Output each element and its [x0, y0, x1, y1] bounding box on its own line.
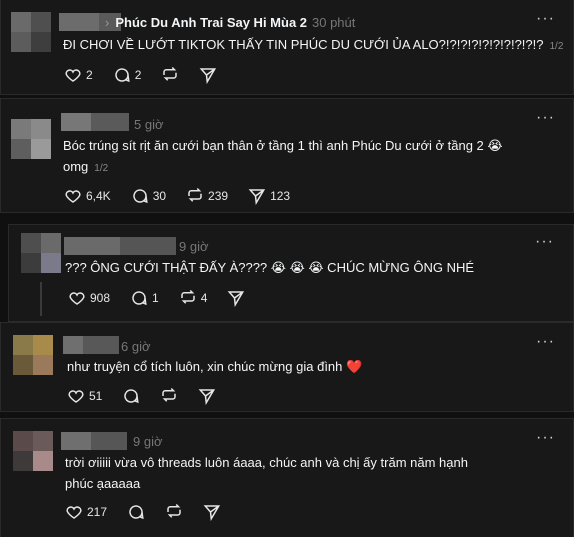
post-time: 30 phút: [312, 15, 356, 30]
repost-icon: [180, 289, 195, 304]
share-button[interactable]: [198, 387, 216, 405]
comment-icon: [132, 291, 147, 306]
more-icon[interactable]: ···: [536, 10, 555, 28]
post-text: ??? ÔNG CƯỚI THẬT ĐẤY À???? 😭 😭 😭 CHÚC M…: [65, 260, 475, 275]
thread-connector-line: [40, 282, 42, 316]
reply-button[interactable]: 2: [113, 66, 142, 84]
repost-icon: [167, 503, 181, 518]
post-text: trời ơiiiii vừa vô threads luôn áaaa, ch…: [65, 455, 468, 491]
username-blurred[interactable]: [61, 432, 127, 450]
reply-button[interactable]: 30: [131, 187, 166, 205]
post-1: › Phúc Du Anh Trai Say Hi Mùa 2 30 phút ·…: [0, 0, 574, 95]
like-button[interactable]: 51: [67, 387, 102, 405]
post-5: 9 giờ ··· trời ơiiiii vừa vô threads luô…: [0, 418, 574, 537]
repost-icon: [163, 66, 178, 81]
share-button[interactable]: [199, 66, 217, 84]
like-button[interactable]: 2: [64, 66, 93, 84]
reply-button[interactable]: 1: [130, 289, 159, 307]
avatar[interactable]: [13, 431, 53, 471]
more-icon[interactable]: ···: [536, 429, 555, 447]
more-icon[interactable]: ···: [535, 233, 554, 251]
post-actions: 2 2: [64, 66, 237, 84]
share-button[interactable]: [227, 289, 245, 307]
share-button[interactable]: 123: [248, 187, 290, 205]
comment-icon: [124, 389, 140, 404]
like-count: 2: [86, 68, 93, 82]
post-actions: 217: [65, 503, 241, 521]
repost-button[interactable]: [165, 503, 183, 521]
username-blurred[interactable]: [63, 336, 119, 354]
thread-author-label: Phúc Du Anh Trai Say Hi Mùa 2: [115, 15, 308, 30]
like-count: 51: [89, 389, 103, 403]
more-icon[interactable]: ···: [536, 333, 555, 351]
page-indicator: 1/2: [94, 163, 109, 174]
username-blurred[interactable]: [64, 237, 176, 255]
post-time: 5 giờ: [134, 117, 164, 132]
repost-icon: [162, 387, 177, 402]
avatar[interactable]: [11, 119, 51, 159]
post-actions: 6,4K 30 239 123: [64, 187, 310, 205]
repost-button[interactable]: [160, 387, 178, 405]
avatar[interactable]: [13, 335, 53, 375]
post-actions: 908 1 4: [68, 289, 265, 307]
heart-icon: [69, 292, 85, 305]
post-3: 9 giờ ··· ??? ÔNG CƯỚI THẬT ĐẤY À???? 😭 …: [8, 224, 574, 322]
avatar[interactable]: [21, 233, 61, 273]
like-button[interactable]: 908: [68, 289, 110, 307]
send-icon: [199, 68, 217, 84]
heart-icon: [65, 69, 81, 82]
post-2: 5 giờ ··· Bóc trúng sít rịt ăn cưới bạn …: [0, 98, 574, 213]
repost-count: 239: [208, 189, 229, 203]
avatar[interactable]: [11, 12, 51, 52]
like-count: 908: [90, 291, 111, 305]
reply-count: 30: [152, 189, 167, 203]
heart-icon: [68, 390, 84, 403]
heart-icon: [65, 190, 81, 203]
like-count: 217: [87, 505, 108, 519]
post-text: Bóc trúng sít rịt ăn cưới bạn thân ở tần…: [63, 138, 503, 174]
send-icon: [228, 291, 245, 307]
page-indicator: 1/2: [549, 41, 564, 52]
comment-icon: [132, 189, 148, 204]
repost-button[interactable]: 4: [179, 289, 208, 307]
send-icon: [248, 189, 266, 205]
repost-count: 4: [200, 291, 208, 305]
comment-icon: [114, 68, 130, 83]
reply-button[interactable]: [122, 387, 140, 405]
heart-icon: [66, 506, 82, 519]
like-count: 6,4K: [86, 189, 111, 203]
repost-button[interactable]: 239: [186, 187, 228, 205]
share-count: 123: [270, 189, 291, 203]
repost-icon: [188, 187, 202, 202]
chevron-right-icon: ›: [105, 15, 110, 30]
post-text: ĐI CHƠI VỀ LƯỚT TIKTOK THẤY TIN PHÚC DU …: [63, 37, 564, 52]
post-time: 9 giờ: [133, 434, 163, 449]
send-icon: [203, 505, 221, 521]
like-button[interactable]: 6,4K: [64, 187, 111, 205]
more-icon[interactable]: ···: [536, 109, 555, 127]
username-blurred[interactable]: [61, 113, 129, 131]
reply-count: 1: [152, 291, 159, 305]
post-actions: 51: [67, 387, 236, 405]
comment-icon: [129, 505, 144, 520]
post-4: 6 giờ ··· như truyện cổ tích luôn, xin c…: [0, 322, 574, 412]
thread-header[interactable]: › Phúc Du Anh Trai Say Hi Mùa 2: [105, 15, 307, 30]
share-button[interactable]: [203, 503, 221, 521]
reply-count: 2: [134, 68, 142, 82]
post-time: 6 giờ: [121, 339, 151, 354]
like-button[interactable]: 217: [65, 503, 107, 521]
send-icon: [198, 389, 216, 405]
reply-button[interactable]: [127, 503, 145, 521]
post-text: như truyện cổ tích luôn, xin chúc mừng g…: [67, 359, 363, 374]
repost-button[interactable]: [161, 66, 179, 84]
post-time: 9 giờ: [179, 239, 209, 254]
